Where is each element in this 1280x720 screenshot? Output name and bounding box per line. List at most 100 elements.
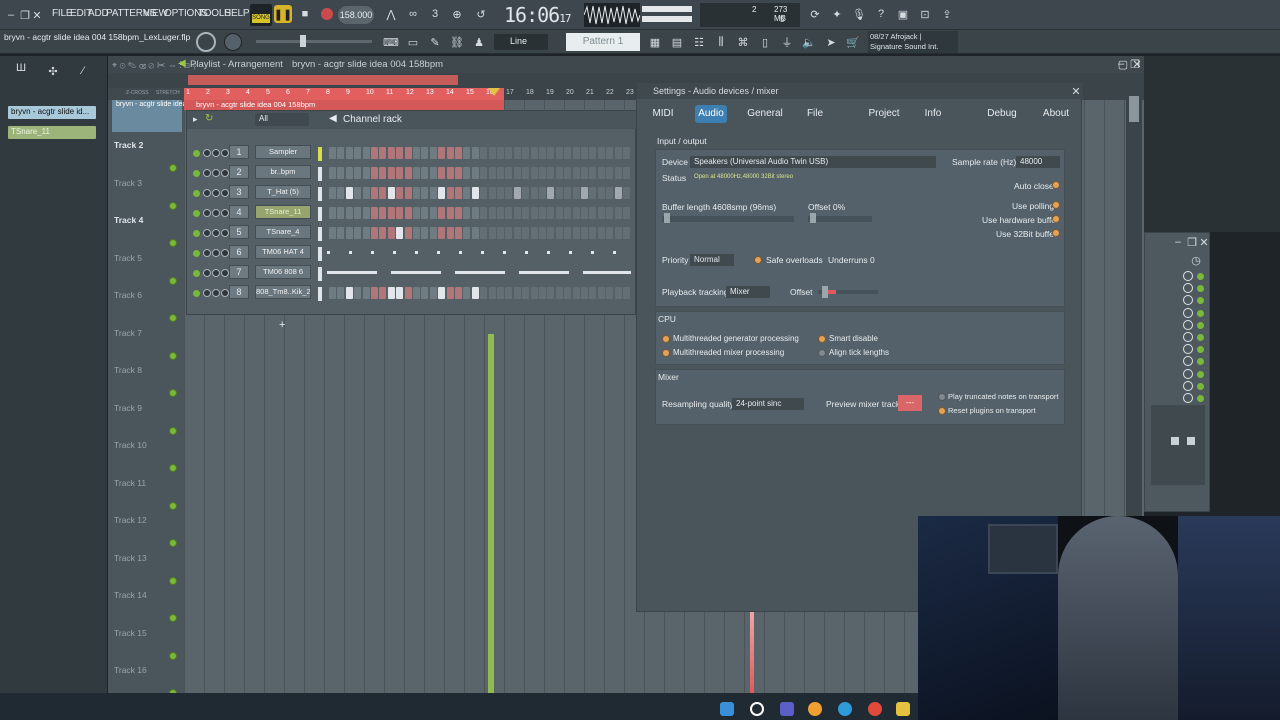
step-button[interactable] [480,167,488,179]
step-button[interactable] [379,287,387,299]
step-button[interactable] [362,227,370,239]
step-button[interactable] [539,147,546,159]
step-button[interactable] [539,227,546,239]
step-button[interactable] [404,167,412,179]
step-button[interactable] [530,187,538,199]
record-icon[interactable] [318,5,336,23]
step-button[interactable] [404,207,412,219]
speaker-icon[interactable]: 🔈 [800,33,818,51]
step-button[interactable] [387,287,395,299]
cart-icon[interactable]: 🛒 [844,33,862,51]
mixer-enable-led[interactable] [1197,370,1204,378]
track-enable-dot[interactable] [169,576,177,585]
channel-select-indicator[interactable] [318,167,322,181]
step-button[interactable] [572,147,580,159]
step-button[interactable] [623,167,630,179]
stamp-icon[interactable]: ♟ [470,33,488,51]
step-button[interactable] [480,227,488,239]
mic-mute-icon[interactable]: 🎙 [850,5,868,23]
step-button[interactable] [497,187,504,199]
auto-close-radio[interactable] [1052,181,1060,189]
plug-icon[interactable]: ⏚ [778,33,796,51]
playhead-marker[interactable] [488,88,500,96]
step-button[interactable] [572,167,580,179]
step-button[interactable] [371,227,378,239]
mixer-enable-led[interactable] [1197,358,1204,366]
slider-handle[interactable] [810,213,816,223]
step-button[interactable] [337,167,345,179]
master-volume[interactable] [642,4,694,26]
step-button[interactable] [345,207,353,219]
step-button[interactable] [539,167,546,179]
step-button[interactable] [589,187,597,199]
step-button[interactable] [480,187,488,199]
playlist-icon[interactable]: ▦ [646,33,664,51]
track-label[interactable]: Track 6 [114,290,142,300]
multi-mix-radio[interactable] [662,349,670,357]
step-button[interactable] [564,207,572,219]
channel-number[interactable]: 1 [229,145,249,159]
step-button[interactable] [555,147,563,159]
step-button[interactable] [606,187,614,199]
track-enable-dot[interactable] [169,201,177,210]
browser-tree-icon[interactable]: ✣ [44,62,62,80]
step-button[interactable] [589,167,597,179]
priority-select[interactable]: Normal [690,254,734,266]
reset-plugins-radio[interactable] [938,407,946,415]
channel-rack-icon[interactable]: ☷ [690,33,708,51]
step-button[interactable] [597,147,605,159]
mixer-enable-led[interactable] [1197,321,1204,329]
track-enable-dot[interactable] [169,501,177,510]
tab-file[interactable]: File [805,105,825,123]
mixer-route-icon[interactable] [1183,380,1193,391]
mixer-route-icon[interactable] [1183,393,1193,403]
step-button[interactable] [345,227,353,239]
mixer-route-icon[interactable] [1183,307,1193,318]
step-button[interactable] [329,167,336,179]
step-button[interactable] [581,147,588,159]
step-button[interactable] [606,147,614,159]
stop-icon[interactable]: ■ [296,5,314,23]
add-channel-icon[interactable]: + [279,319,285,331]
step-button[interactable] [463,287,471,299]
step-button[interactable] [547,167,555,179]
step-button[interactable] [488,187,496,199]
step-button[interactable] [522,207,530,219]
step-button[interactable] [513,167,521,179]
edge-icon[interactable] [838,702,852,716]
step-button[interactable] [555,287,563,299]
step-button[interactable] [488,147,496,159]
step-button[interactable] [396,167,404,179]
step-button[interactable] [497,207,504,219]
step-button[interactable] [371,207,378,219]
slider-handle[interactable] [822,286,828,298]
step-button[interactable] [530,147,538,159]
track-label[interactable]: Track 10 [114,440,147,450]
step-button[interactable] [421,287,429,299]
step-button[interactable] [446,227,454,239]
track-enable-dot[interactable] [169,651,177,660]
pan-knob-icon[interactable] [203,169,211,177]
track-label[interactable]: Track 8 [114,365,142,375]
channel-name-button[interactable]: TSnare_11 [255,205,311,219]
volume-knob-icon[interactable] [212,289,220,297]
step-button[interactable] [505,167,513,179]
mixer-enable-led[interactable] [1197,297,1204,305]
fader-section[interactable] [1151,405,1205,485]
step-button[interactable] [354,207,362,219]
step-button[interactable] [362,147,370,159]
step-button[interactable] [396,207,404,219]
mixer-track-icon[interactable] [221,189,229,197]
step-button[interactable] [421,227,429,239]
lock-icon[interactable]: ⊡ [916,5,934,23]
track-enable-dot[interactable] [169,164,177,172]
step-button[interactable] [513,187,521,199]
step-button[interactable] [438,167,446,179]
mixer-track-icon[interactable] [221,209,229,217]
step-button[interactable] [530,167,538,179]
step-button[interactable] [471,147,479,159]
step-button[interactable] [379,167,387,179]
track-1-header[interactable]: bryvn - acgtr slide idea 004 158bpm [112,100,227,132]
step-button[interactable] [438,187,446,199]
mixer-enable-led[interactable] [1197,346,1204,354]
